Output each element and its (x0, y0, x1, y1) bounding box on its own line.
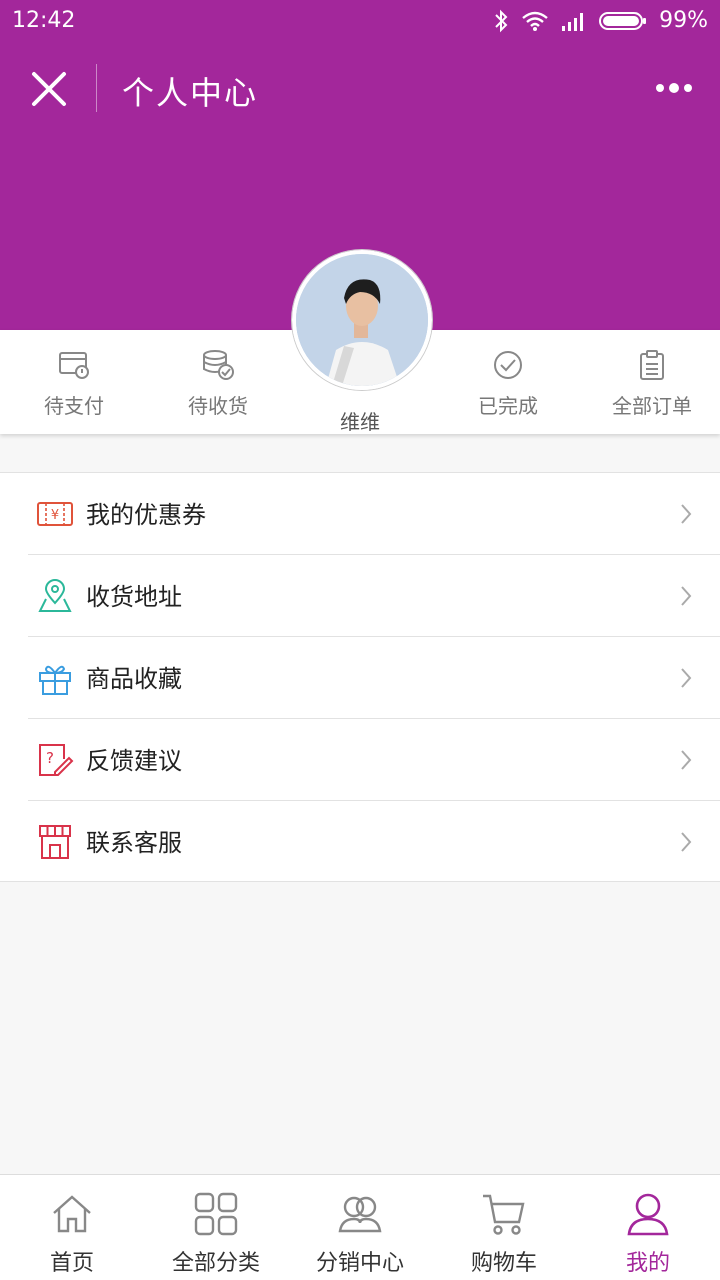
chevron-right-icon (680, 667, 692, 693)
signal-icon (561, 10, 587, 32)
tab-cart[interactable]: 购物车 (432, 1189, 576, 1277)
status-time: 12:42 (12, 8, 76, 33)
more-options-icon[interactable] (652, 78, 696, 98)
chevron-right-icon (680, 749, 692, 775)
title-divider (96, 64, 97, 112)
tab-label: 我的 (625, 1251, 670, 1276)
cart-icon (432, 1189, 576, 1239)
wifi-icon (521, 10, 549, 32)
menu-item-feedback[interactable]: ? 反馈建议 (28, 719, 720, 801)
tab-profile[interactable]: 我的 (576, 1189, 720, 1277)
bluetooth-icon (493, 9, 509, 33)
status-bar: 12:42 99% (0, 0, 720, 42)
tab-label: 首页 (49, 1251, 94, 1276)
profile-icon (576, 1189, 720, 1239)
bottom-tab-bar: 首页 全部分类 分销中心 购物车 我的 (0, 1174, 720, 1280)
menu-label: 收货地址 (86, 583, 182, 611)
svg-text:?: ? (46, 749, 54, 767)
close-icon[interactable] (28, 68, 70, 110)
gift-icon (36, 659, 74, 697)
tab-label: 购物车 (470, 1251, 537, 1276)
menu-item-coupons[interactable]: ¥ 我的优惠券 (28, 473, 720, 555)
menu-label: 我的优惠券 (86, 501, 206, 529)
order-completed[interactable]: 已完成 (438, 348, 578, 419)
order-label: 待支付 (44, 394, 104, 418)
chevron-right-icon (680, 585, 692, 611)
store-icon (36, 823, 74, 861)
page-title: 个人中心 (122, 74, 259, 112)
coins-check-icon (148, 348, 288, 382)
tab-home[interactable]: 首页 (0, 1189, 144, 1277)
order-label: 全部订单 (612, 394, 692, 418)
menu-label: 商品收藏 (86, 665, 182, 693)
tab-label: 分销中心 (315, 1251, 404, 1276)
battery-percent: 99% (659, 8, 708, 33)
check-circle-icon (438, 348, 578, 382)
chevron-right-icon (680, 503, 692, 529)
payment-card-icon (4, 348, 144, 382)
grid-icon (144, 1189, 288, 1239)
tab-distribution[interactable]: 分销中心 (288, 1189, 432, 1277)
menu-item-customer-service[interactable]: 联系客服 (28, 801, 720, 883)
tab-categories[interactable]: 全部分类 (144, 1189, 288, 1277)
order-label: 已完成 (478, 394, 538, 418)
users-icon (288, 1189, 432, 1239)
avatar[interactable] (292, 250, 432, 390)
map-pin-icon (36, 577, 74, 615)
coupon-icon: ¥ (36, 495, 74, 533)
order-all[interactable]: 全部订单 (582, 348, 720, 419)
menu-label: 反馈建议 (86, 747, 182, 775)
title-bar: 个人中心 (0, 60, 720, 120)
menu-label: 联系客服 (86, 829, 182, 857)
menu-item-address[interactable]: 收货地址 (28, 555, 720, 637)
chevron-right-icon (680, 831, 692, 857)
home-icon (0, 1189, 144, 1239)
order-label: 待收货 (188, 394, 248, 418)
tab-label: 全部分类 (171, 1251, 260, 1276)
feedback-icon: ? (36, 741, 74, 779)
order-pending-payment[interactable]: 待支付 (4, 348, 144, 419)
menu-list: ¥ 我的优惠券 收货地址 商品收藏 ? 反馈建议 联系客服 (0, 472, 720, 882)
svg-text:¥: ¥ (51, 508, 59, 523)
user-name: 维维 (340, 410, 380, 434)
battery-icon (599, 10, 647, 32)
menu-item-favorites[interactable]: 商品收藏 (28, 637, 720, 719)
order-pending-receipt[interactable]: 待收货 (148, 348, 288, 419)
clipboard-icon (582, 348, 720, 382)
